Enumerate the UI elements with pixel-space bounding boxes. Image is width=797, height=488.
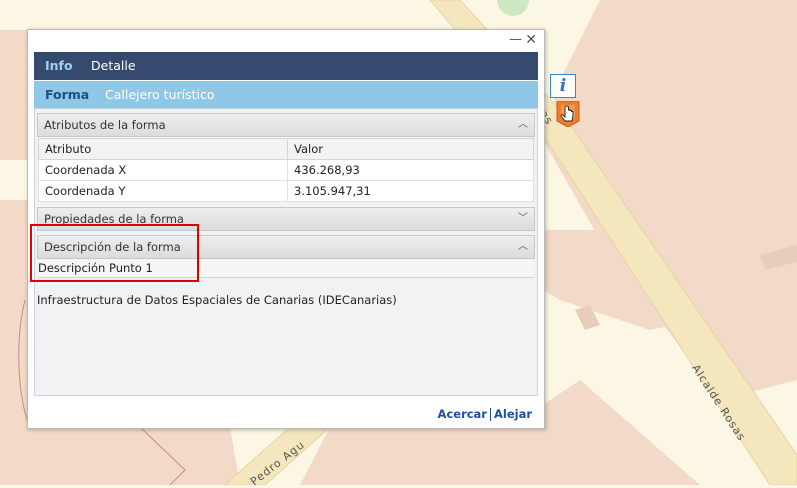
map-marker-icon[interactable] xyxy=(555,101,581,127)
feature-info-popup: — ✕ Info Detalle Forma Callejero turísti… xyxy=(27,29,545,429)
zoom-actions: Acercar Alejar xyxy=(438,407,532,421)
section-atributos-title: Atributos de la forma xyxy=(44,118,166,132)
chevron-up-icon: ︿ xyxy=(518,241,528,252)
table-cell-attr: Coordenada X xyxy=(38,159,288,181)
column-header-valor[interactable]: Valor xyxy=(287,138,534,160)
tab-callejero-turistico[interactable]: Callejero turístico xyxy=(105,81,215,108)
table-header-row: Atributo Valor xyxy=(38,138,534,160)
separator xyxy=(489,408,491,421)
tab-info[interactable]: Info xyxy=(45,52,73,80)
tab-detalle[interactable]: Detalle xyxy=(91,52,136,80)
info-content-panel: Atributos de la forma ︿ Atributo Valor C… xyxy=(34,108,538,396)
table-cell-value: 436.268,93 xyxy=(287,159,534,181)
map-parcel xyxy=(27,427,240,485)
description-text: Descripción Punto 1 xyxy=(38,261,153,275)
table-row: Coordenada X 436.268,93 xyxy=(38,159,534,181)
zoom-out-link[interactable]: Alejar xyxy=(494,407,532,421)
section-atributos-header[interactable]: Atributos de la forma ︿ xyxy=(37,113,535,137)
secondary-tab-bar: Forma Callejero turístico xyxy=(34,81,538,108)
chevron-down-icon: ﹀ xyxy=(518,213,528,224)
zoom-in-link[interactable]: Acercar xyxy=(438,407,487,421)
section-descripcion-header[interactable]: Descripción de la forma ︿ xyxy=(37,235,535,259)
data-source-attribution: Infraestructura de Datos Espaciales de C… xyxy=(37,293,397,307)
tab-forma[interactable]: Forma xyxy=(45,81,89,108)
minimize-button[interactable]: — xyxy=(509,32,522,48)
description-value: Descripción Punto 1 xyxy=(38,259,534,278)
chevron-up-icon: ︿ xyxy=(518,119,528,130)
column-header-atributo[interactable]: Atributo xyxy=(38,138,288,160)
table-row: Coordenada Y 3.105.947,31 xyxy=(38,180,534,202)
primary-tab-bar: Info Detalle xyxy=(34,52,538,80)
table-cell-attr: Coordenada Y xyxy=(38,180,288,202)
attributes-table: Atributo Valor Coordenada X 436.268,93 C… xyxy=(38,138,534,202)
table-cell-value: 3.105.947,31 xyxy=(287,180,534,202)
section-descripcion-title: Descripción de la forma xyxy=(44,240,181,254)
info-tool-button[interactable]: i xyxy=(550,74,576,98)
section-propiedades-title: Propiedades de la forma xyxy=(44,212,184,226)
section-propiedades-header[interactable]: Propiedades de la forma ﹀ xyxy=(37,207,535,231)
info-icon: i xyxy=(559,76,567,96)
close-button[interactable]: ✕ xyxy=(525,32,537,48)
